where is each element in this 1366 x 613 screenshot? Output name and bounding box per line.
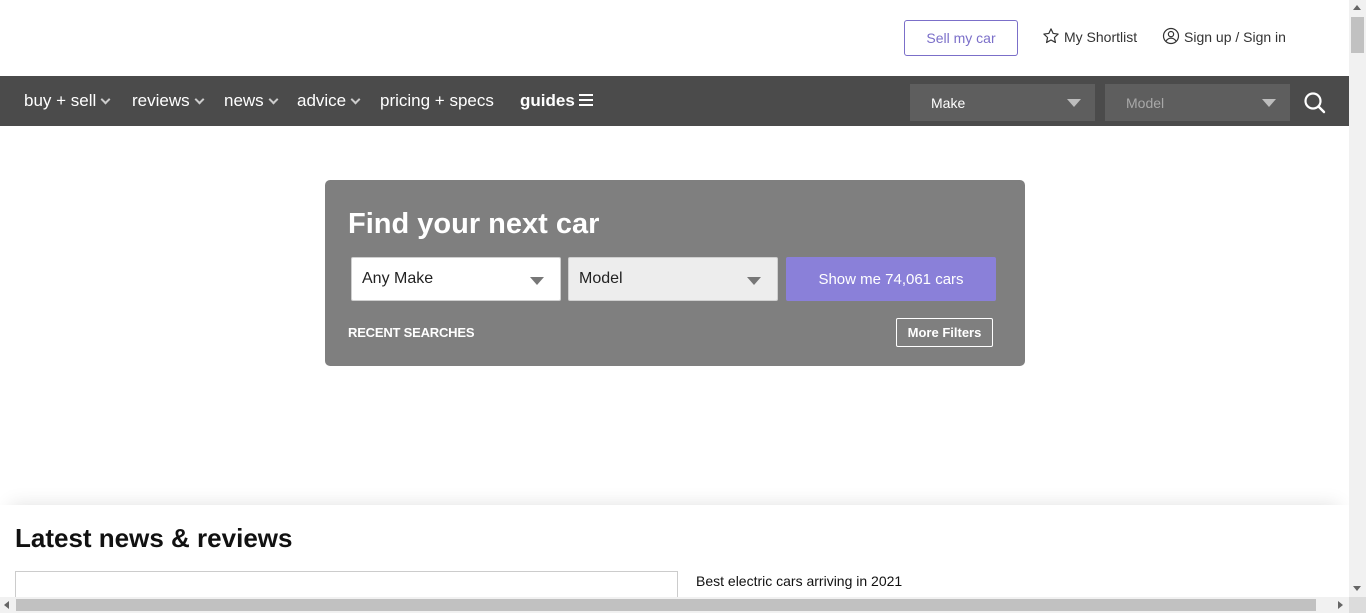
horizontal-scrollbar[interactable]	[0, 597, 1349, 613]
chevron-down-icon	[268, 94, 279, 104]
dropdown-arrow-icon	[1262, 99, 1276, 107]
model-select[interactable]: Model	[568, 257, 778, 301]
nav-model-select[interactable]: Model	[1105, 84, 1290, 121]
dropdown-arrow-icon	[530, 277, 544, 285]
sign-in-label: Sign up / Sign in	[1184, 29, 1286, 45]
nav-make-value: Make	[931, 94, 966, 111]
chevron-down-icon	[350, 94, 361, 104]
sign-in-link[interactable]: Sign up / Sign in	[1162, 27, 1286, 47]
recent-searches-label[interactable]: RECENT SEARCHES	[348, 325, 474, 340]
nav-item-advice[interactable]: advice	[297, 76, 361, 126]
latest-news-heading: Latest news & reviews	[15, 523, 293, 553]
make-select[interactable]: Any Make	[351, 257, 561, 301]
nav-item-label: advice	[297, 91, 347, 110]
nav-item-pricing-specs[interactable]: pricing + specs	[380, 76, 494, 126]
horizontal-scroll-thumb[interactable]	[16, 599, 1316, 611]
scroll-left-icon[interactable]	[4, 601, 9, 609]
show-cars-button[interactable]: Show me 74,061 cars	[786, 257, 996, 301]
chevron-down-icon	[100, 94, 111, 104]
nav-item-label: buy + sell	[24, 91, 97, 110]
star-icon	[1042, 27, 1060, 48]
nav-item-label: pricing + specs	[380, 91, 494, 110]
nav-item-label: news	[224, 91, 264, 110]
scroll-right-icon[interactable]	[1338, 601, 1343, 609]
car-finder-panel: Find your next car Any Make Model Show m…	[325, 180, 1025, 366]
article-link[interactable]: Best electric cars arriving in 2021	[696, 573, 902, 589]
more-filters-button[interactable]: More Filters	[896, 318, 993, 347]
chevron-down-icon	[194, 94, 205, 104]
dropdown-arrow-icon	[1067, 99, 1081, 107]
search-icon[interactable]	[1302, 90, 1328, 116]
nav-item-buy-sell[interactable]: buy + sell	[24, 76, 111, 126]
dropdown-arrow-icon	[747, 277, 761, 285]
nav-item-news[interactable]: news	[224, 76, 279, 126]
scroll-down-icon[interactable]	[1353, 586, 1361, 591]
nav-model-value: Model	[1126, 94, 1165, 111]
finder-title: Find your next car	[348, 208, 600, 240]
nav-make-select[interactable]: Make	[910, 84, 1095, 121]
nav-item-label: reviews	[132, 91, 190, 110]
model-select-value: Model	[579, 270, 623, 287]
vertical-scrollbar[interactable]	[1349, 0, 1366, 597]
nav-item-guides[interactable]: guides	[520, 76, 593, 126]
top-bar: Sell my car My Shortlist Sign up / Sign …	[0, 0, 1349, 76]
vertical-scroll-thumb[interactable]	[1351, 17, 1364, 53]
scroll-up-icon[interactable]	[1353, 5, 1361, 10]
nav-item-reviews[interactable]: reviews	[132, 76, 205, 126]
make-select-value: Any Make	[362, 270, 434, 287]
hamburger-icon	[578, 91, 593, 111]
nav-item-label: guides	[520, 91, 575, 110]
my-shortlist-link[interactable]: My Shortlist	[1042, 27, 1137, 47]
sell-my-car-button[interactable]: Sell my car	[904, 20, 1018, 56]
user-icon	[1162, 27, 1180, 48]
scrollbar-corner	[1349, 597, 1366, 613]
my-shortlist-label: My Shortlist	[1064, 29, 1138, 45]
